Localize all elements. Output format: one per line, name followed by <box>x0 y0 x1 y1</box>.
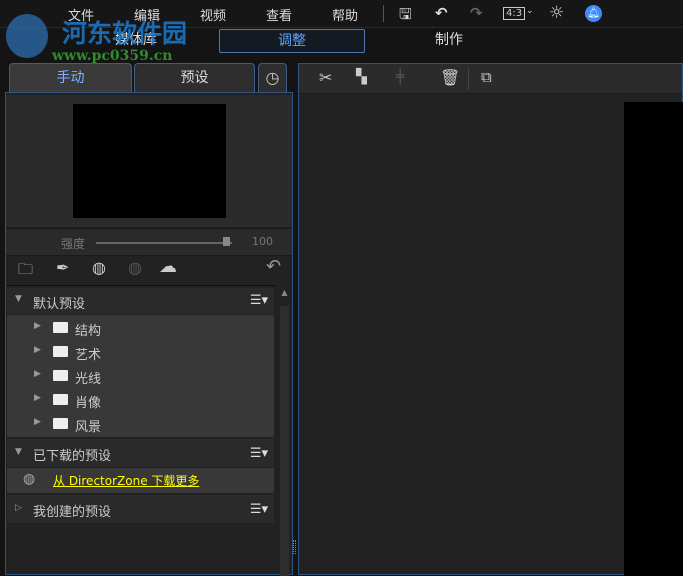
directorzone-download-link[interactable]: 从 DirectorZone 下载更多 <box>53 472 199 489</box>
watermark-logo <box>6 14 48 58</box>
left-panel: 强度 100 🗀 ✒ ◍ ◍ ☁ ↶ ▼ 默认预设 ☰▾ ▶ 结构 ▶ 艺术 ▶ 光线… <box>5 92 293 576</box>
globe-download-icon[interactable]: ◍ <box>92 258 106 277</box>
scroll-up-icon[interactable]: ▲ <box>280 288 289 297</box>
redo-icon[interactable]: ↷ <box>470 4 483 22</box>
mode-produce[interactable]: 制作 <box>413 29 485 53</box>
globe-icon: ◍ <box>23 471 36 487</box>
section-my-presets[interactable]: ▷ 我创建的预设 ☰▾ <box>7 495 274 523</box>
list-item[interactable]: ▶ 结构 <box>7 316 274 340</box>
section-title: 我创建的预设 <box>33 505 112 520</box>
watermark-url: www.pc0359.cn <box>52 48 173 64</box>
folder-icon <box>53 394 68 405</box>
collapsed-triangle-icon: ▷ <box>15 503 22 513</box>
add-folder-icon[interactable]: 🗀 <box>18 259 33 284</box>
slider-handle[interactable] <box>223 237 230 246</box>
add-feather-icon[interactable]: ✒ <box>56 258 69 277</box>
section-menu-icon[interactable]: ☰▾ <box>250 293 268 308</box>
strength-label: 强度 <box>61 237 86 251</box>
right-panel: ✂ ▚ ╪ 🗑 ⧉ <box>298 63 683 576</box>
expand-icon[interactable]: ▶ <box>34 345 41 355</box>
item-label: 肖像 <box>75 396 102 411</box>
expand-icon[interactable]: ▶ <box>34 321 41 331</box>
preview-area <box>6 95 292 227</box>
split-icon[interactable]: ▚ <box>356 69 367 85</box>
menu-help[interactable]: 帮助 <box>332 5 358 24</box>
list-item[interactable]: ▶ 艺术 <box>7 340 274 364</box>
item-label: 艺术 <box>75 348 102 363</box>
section-menu-icon[interactable]: ☰▾ <box>250 502 268 517</box>
section-menu-icon[interactable]: ☰▾ <box>250 446 268 461</box>
divider <box>468 68 469 90</box>
strength-value: 100 <box>252 235 273 248</box>
item-label: 光线 <box>75 372 102 387</box>
expand-icon[interactable]: ▶ <box>34 369 41 379</box>
chevron-down-icon[interactable]: ⌄ <box>526 6 534 16</box>
expanded-triangle-icon: ▼ <box>15 294 22 304</box>
globe-upload-icon[interactable]: ◍ <box>128 258 142 277</box>
expand-icon[interactable]: ▶ <box>34 417 41 427</box>
gear-icon[interactable]: ☼ <box>549 3 564 23</box>
download-link-row: ◍ 从 DirectorZone 下载更多 <box>7 468 274 493</box>
item-label: 结构 <box>75 324 102 339</box>
panel-resize-handle[interactable] <box>293 540 296 554</box>
expanded-triangle-icon: ▼ <box>15 447 22 457</box>
section-title: 默认预设 <box>33 297 86 312</box>
reset-icon[interactable]: ↶ <box>266 256 281 277</box>
mode-adjust[interactable]: 调整 <box>219 29 365 53</box>
folder-icon <box>53 370 68 381</box>
notification-bell-icon[interactable]: 🔔︎ <box>585 5 602 22</box>
divider <box>6 285 276 286</box>
trash-icon[interactable]: 🗑 <box>440 68 460 87</box>
list-item[interactable]: ▶ 风景 <box>7 412 274 436</box>
aspect-ratio-button[interactable]: 4:3 <box>503 7 526 20</box>
list-item[interactable]: ▶ 肖像 <box>7 388 274 412</box>
section-default-presets[interactable]: ▼ 默认预设 ☰▾ <box>7 288 274 314</box>
folder-icon <box>53 322 68 333</box>
section-title: 已下载的预设 <box>33 449 112 464</box>
section-downloaded-presets[interactable]: ▼ 已下载的预设 ☰▾ <box>7 439 274 467</box>
preview-canvas <box>624 102 683 576</box>
item-label: 风景 <box>75 420 102 435</box>
watermark-text: 河东软件园 <box>62 19 188 48</box>
preview-thumbnail <box>73 104 226 218</box>
resize-icon[interactable]: ⧉ <box>481 68 492 86</box>
history-clock-icon[interactable]: ◷ <box>258 63 287 93</box>
merge-icon[interactable]: ╪ <box>396 69 404 85</box>
tab-presets[interactable]: 预设 <box>134 63 255 93</box>
scissors-icon[interactable]: ✂ <box>319 68 332 87</box>
list-item[interactable]: ▶ 光线 <box>7 364 274 388</box>
tab-manual[interactable]: 手动 <box>9 63 132 93</box>
menu-video[interactable]: 视频 <box>200 5 226 24</box>
menu-view[interactable]: 查看 <box>266 5 292 24</box>
folder-icon <box>53 346 68 357</box>
edit-toolbar: ✂ ▚ ╪ 🗑 ⧉ <box>299 64 682 94</box>
expand-icon[interactable]: ▶ <box>34 393 41 403</box>
folder-icon <box>53 418 68 429</box>
scrollbar[interactable]: ▲ <box>280 288 289 576</box>
cloud-icon[interactable]: ☁ <box>159 256 177 277</box>
save-icon[interactable]: 🖫 <box>399 4 412 29</box>
scrollbar-thumb[interactable] <box>280 306 289 576</box>
strength-slider[interactable] <box>96 242 232 244</box>
undo-icon[interactable]: ↶ <box>435 4 448 22</box>
strength-row: 强度 100 <box>6 228 292 256</box>
divider <box>383 5 384 22</box>
